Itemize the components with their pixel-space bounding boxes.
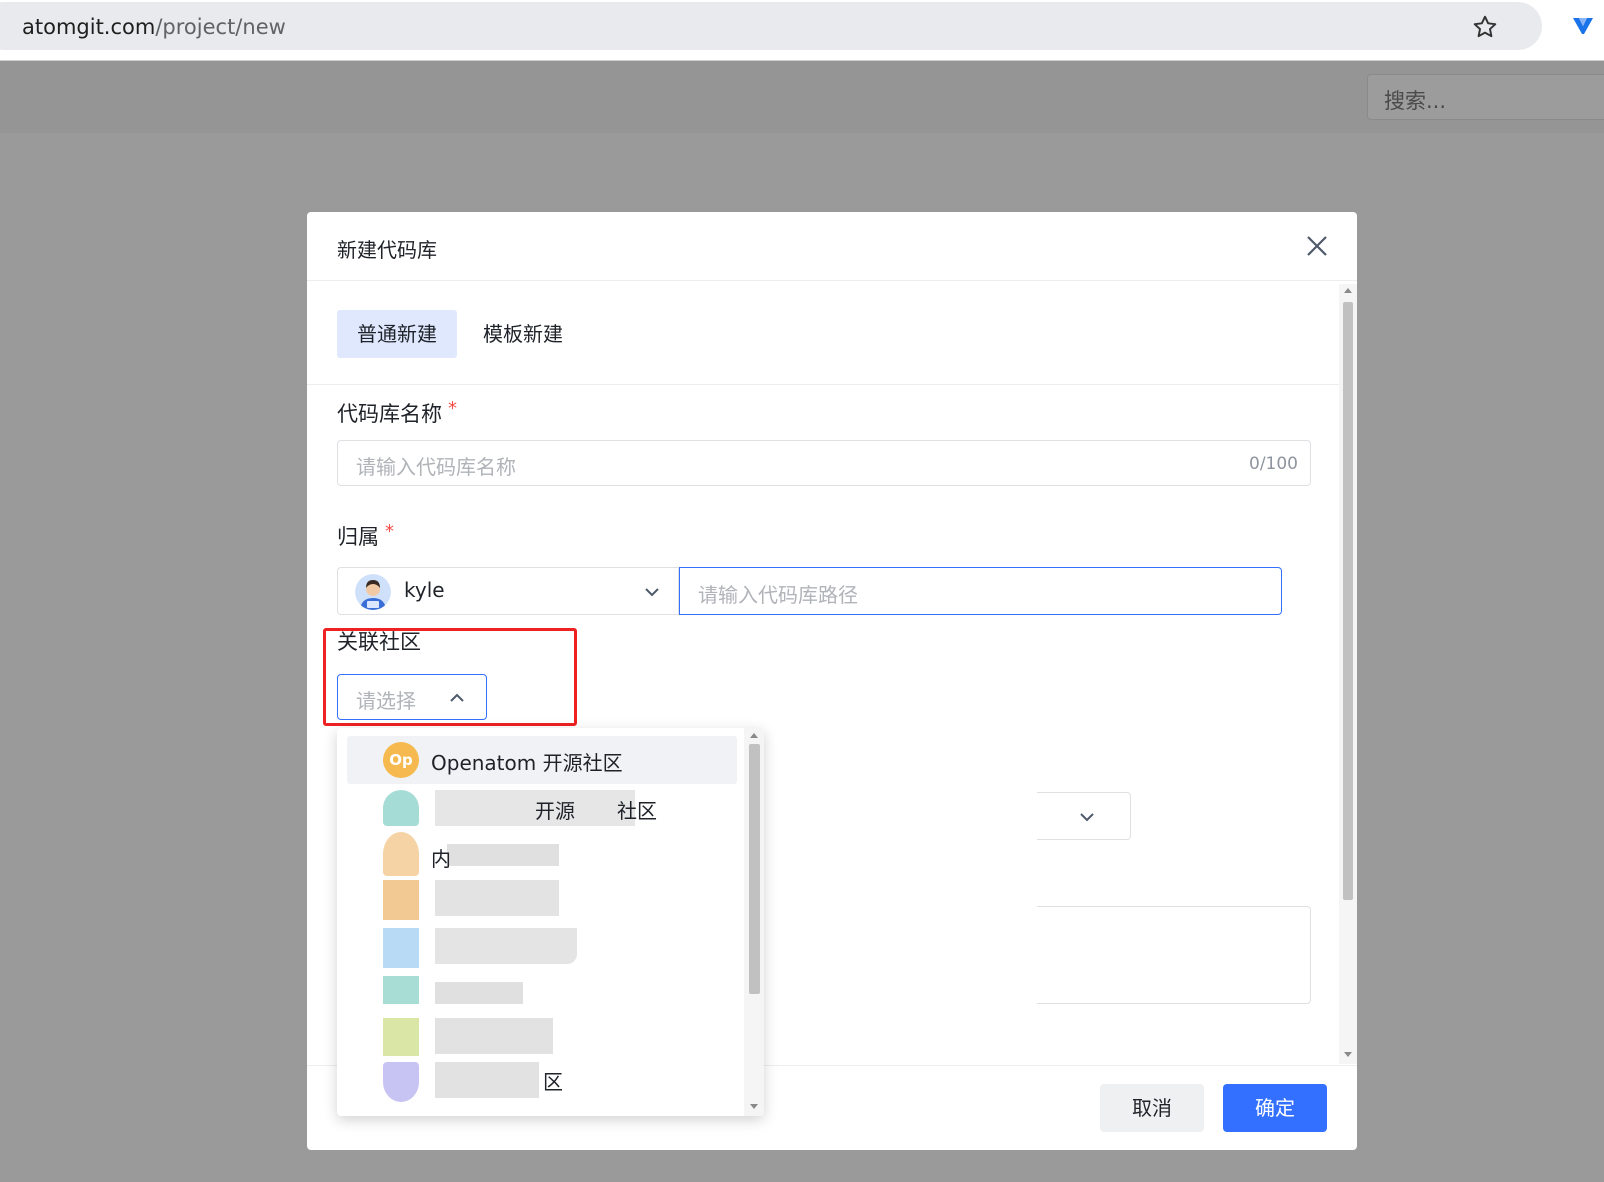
close-icon[interactable] — [1303, 232, 1331, 260]
scroll-up-arrow[interactable] — [1344, 288, 1352, 293]
chevron-up-icon — [450, 693, 464, 702]
url-text[interactable]: atomgit.com/project/new — [22, 13, 286, 41]
dropdown-option[interactable] — [347, 976, 737, 1024]
required-mark: * — [385, 521, 394, 542]
community-avatar-blurred — [383, 880, 419, 920]
community-avatar-blurred — [383, 928, 419, 968]
description-textarea[interactable] — [1037, 906, 1311, 1004]
dropdown-option[interactable] — [347, 880, 737, 928]
owner-select[interactable]: kyle — [337, 567, 679, 615]
page-header — [0, 61, 1604, 133]
address-bar[interactable]: atomgit.com/project/new — [0, 2, 1542, 50]
dropdown-option[interactable]: Op Openatom 开源社区 — [347, 736, 737, 784]
community-avatar-blurred — [383, 1062, 419, 1102]
dropdown-scrollbar[interactable] — [744, 728, 764, 1116]
char-counter: 0/100 — [1249, 454, 1298, 474]
owner-name: kyle — [404, 578, 445, 602]
option-label-suffix: 区 — [543, 1070, 563, 1094]
repo-path-placeholder: 请输入代码库路径 — [698, 583, 858, 607]
extension-icon[interactable] — [1571, 14, 1595, 38]
page-search-placeholder: 搜索... — [1384, 89, 1447, 113]
user-avatar — [355, 574, 391, 610]
community-dropdown: Op Openatom 开源社区 开源 社区 内 区 — [337, 728, 764, 1116]
blurred-text — [447, 844, 559, 866]
blurred-text — [435, 1018, 553, 1054]
repo-name-label-text: 代码库名称 — [337, 402, 442, 426]
scroll-down-arrow[interactable] — [750, 1104, 758, 1109]
browser-toolbar: atomgit.com/project/new — [0, 0, 1604, 61]
url-host: atomgit.com — [22, 15, 156, 39]
dropdown-option[interactable] — [347, 928, 737, 976]
dropdown-option[interactable]: 开源 社区 — [347, 784, 737, 832]
community-avatar-blurred — [383, 832, 419, 876]
chevron-down-icon — [645, 588, 659, 597]
community-label: 关联社区 — [337, 630, 421, 654]
scroll-thumb[interactable] — [749, 744, 760, 994]
dialog-title: 新建代码库 — [337, 238, 437, 262]
scroll-down-arrow[interactable] — [1344, 1052, 1352, 1057]
bookmark-star-icon[interactable] — [1472, 14, 1498, 40]
community-avatar-blurred — [383, 790, 419, 826]
tab-template-create[interactable]: 模板新建 — [475, 310, 571, 358]
owner-label: 归属 * — [337, 521, 394, 551]
repo-name-placeholder: 请输入代码库名称 — [356, 455, 516, 479]
blurred-text — [435, 880, 559, 916]
url-path: /project/new — [155, 15, 286, 39]
community-select[interactable]: 请选择 — [337, 674, 487, 720]
dropdown-option[interactable]: 区 — [347, 1062, 737, 1110]
owner-label-text: 归属 — [337, 525, 379, 549]
community-avatar-blurred — [383, 1018, 419, 1056]
option-label: 开源 — [535, 799, 575, 823]
community-placeholder: 请选择 — [356, 689, 416, 713]
repo-name-label: 代码库名称 * — [337, 398, 457, 428]
blurred-text — [435, 982, 523, 1004]
repo-name-input[interactable]: 请输入代码库名称 0/100 — [337, 440, 1311, 486]
scroll-up-arrow[interactable] — [750, 733, 758, 738]
community-avatar: Op — [383, 742, 419, 778]
option-label: 内 — [431, 847, 451, 871]
option-label: Openatom 开源社区 — [431, 751, 623, 775]
page-search-input[interactable]: 搜索... — [1367, 74, 1604, 120]
confirm-button[interactable]: 确定 — [1223, 1084, 1327, 1132]
dropdown-option[interactable] — [347, 1018, 737, 1066]
dropdown-option[interactable]: 内 — [347, 832, 737, 880]
tab-normal-create[interactable]: 普通新建 — [337, 310, 457, 358]
required-mark: * — [448, 398, 457, 419]
blurred-text — [435, 928, 577, 964]
cancel-button[interactable]: 取消 — [1100, 1084, 1204, 1132]
header-divider — [307, 280, 1357, 281]
blurred-text — [435, 1062, 539, 1098]
community-avatar-blurred — [383, 976, 419, 1004]
repo-path-input[interactable]: 请输入代码库路径 — [679, 567, 1282, 615]
chevron-down-icon — [1080, 813, 1094, 822]
scroll-thumb[interactable] — [1343, 302, 1353, 900]
dialog-scrollbar[interactable] — [1339, 284, 1357, 1064]
option-label-suffix: 社区 — [617, 799, 657, 823]
tabs-divider — [307, 384, 1339, 385]
visibility-select[interactable] — [1037, 792, 1131, 840]
